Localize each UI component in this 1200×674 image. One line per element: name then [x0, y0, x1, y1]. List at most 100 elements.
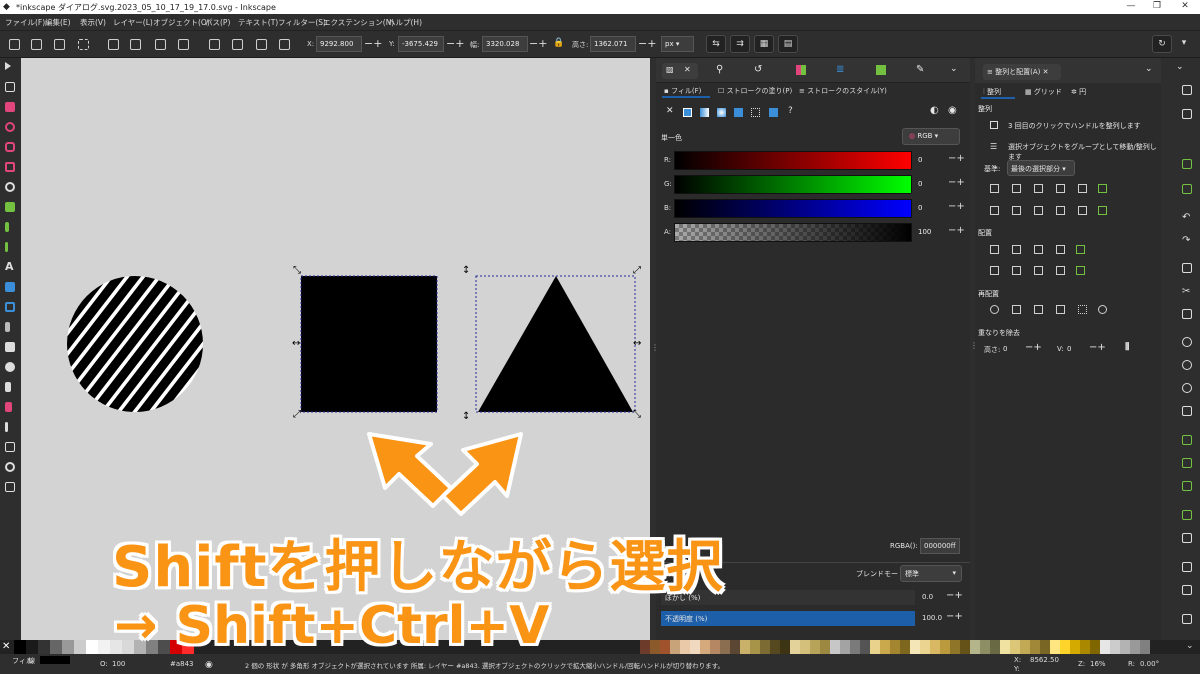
distribute-center-h-icon[interactable]	[1012, 245, 1021, 254]
palette-swatch[interactable]	[14, 640, 26, 654]
select-all-layers-icon[interactable]	[31, 39, 42, 50]
palette-swatch[interactable]	[780, 640, 790, 654]
copy-icon[interactable]	[1182, 263, 1192, 273]
zoom-width-icon[interactable]	[1182, 406, 1192, 416]
mesh-tool-icon[interactable]	[5, 302, 15, 312]
black-square[interactable]	[301, 276, 437, 412]
menu-layer[interactable]: レイヤー(L)	[113, 17, 153, 28]
a-stepper[interactable]: −+	[948, 225, 965, 236]
palette-swatch[interactable]	[850, 640, 860, 654]
palette-swatch[interactable]	[640, 640, 650, 654]
scale-handle-w[interactable]: ↔	[292, 339, 300, 349]
x-stepper[interactable]: −+	[364, 37, 382, 50]
palette-swatch[interactable]	[920, 640, 930, 654]
palette-swatch[interactable]	[910, 640, 920, 654]
menu-text[interactable]: テキスト(T)	[238, 17, 278, 28]
b-stepper[interactable]: −+	[948, 201, 965, 212]
preferences-icon[interactable]	[1182, 614, 1192, 624]
flip-horizontal-icon[interactable]	[155, 39, 166, 50]
menu-view[interactable]: 表示(V)	[80, 17, 106, 28]
green-slider[interactable]	[674, 175, 912, 194]
palette-swatch[interactable]	[730, 640, 740, 654]
scale-handle-nw[interactable]: ⤡	[293, 266, 301, 276]
pencil-tool-icon[interactable]	[5, 222, 9, 232]
relative-to-select[interactable]: 最後の選択部分 ▾	[1007, 160, 1075, 176]
linear-gradient-icon[interactable]	[700, 108, 709, 117]
lower-icon[interactable]	[256, 39, 267, 50]
zoom-value[interactable]: 16%	[1090, 660, 1106, 668]
tab-fill[interactable]: ▪ フィル(F)	[664, 86, 701, 96]
unit-select[interactable]: px ▾	[661, 36, 694, 52]
palette-swatch[interactable]	[980, 640, 990, 654]
color-mode-select[interactable]: ◍ RGB ▾	[902, 128, 960, 145]
palette-swatch[interactable]	[760, 640, 770, 654]
transform-patterns-button[interactable]: ▤	[778, 35, 798, 53]
palette-swatch[interactable]	[690, 640, 700, 654]
text-tool-icon[interactable]: A	[5, 260, 15, 273]
palette-swatch[interactable]	[1140, 640, 1150, 654]
close-tab-icon[interactable]: ✕	[684, 65, 691, 74]
blur-stepper[interactable]: −+	[946, 590, 963, 601]
g-stepper[interactable]: −+	[948, 177, 965, 188]
palette-swatch[interactable]	[860, 640, 870, 654]
swatch-icon[interactable]	[769, 108, 778, 117]
palette-swatch[interactable]	[810, 640, 820, 654]
fill-swatch[interactable]	[40, 656, 70, 664]
raise-icon[interactable]	[232, 39, 243, 50]
palette-swatch[interactable]	[740, 640, 750, 654]
find-icon[interactable]: ⚲	[716, 64, 723, 75]
opacity-slider[interactable]: 不透明度 (%)	[661, 611, 915, 626]
black-triangle[interactable]	[478, 276, 633, 412]
raise-to-top-icon[interactable]	[209, 39, 220, 50]
width-field[interactable]: 3320.028	[482, 36, 528, 52]
scale-handle-sw[interactable]: ⤢	[293, 410, 301, 420]
blur-value[interactable]: 0.0	[922, 593, 933, 601]
3d-box-tool-icon[interactable]	[5, 162, 15, 172]
menu-extensions[interactable]: エクステンション(N)	[323, 17, 394, 28]
palette-swatch[interactable]	[98, 640, 110, 654]
height-field[interactable]: 1362.071	[590, 36, 636, 52]
deselect-icon[interactable]	[78, 39, 89, 50]
fill-rule-evenodd-icon[interactable]: ◐	[930, 105, 939, 116]
eraser-tool-icon[interactable]	[5, 402, 12, 412]
calligraphy-tool-icon[interactable]	[5, 242, 8, 252]
remove-overlap-button[interactable]: ⦀	[1125, 342, 1129, 353]
palette-swatch[interactable]	[1010, 640, 1020, 654]
paste-icon[interactable]	[1182, 309, 1192, 319]
palette-swatch[interactable]	[1030, 640, 1040, 654]
exchange-clockwise-icon[interactable]	[1056, 305, 1065, 314]
zoom-tool-icon[interactable]	[5, 462, 15, 472]
ellipse-tool-icon[interactable]	[5, 122, 15, 132]
align-handles-checkbox[interactable]	[990, 121, 998, 129]
commands-menu-icon[interactable]: ⌄	[1176, 62, 1184, 72]
duplicate-icon[interactable]	[1182, 435, 1192, 445]
overlap-h-stepper[interactable]: −+	[1025, 342, 1042, 353]
align-left-edge-icon[interactable]	[990, 184, 999, 193]
scale-corners-button[interactable]: ⇉	[730, 35, 750, 53]
rgba-field[interactable]: 000000ff	[920, 538, 960, 554]
move-as-group-icon[interactable]: ☰	[990, 142, 997, 151]
palette-swatch[interactable]	[650, 640, 660, 654]
exchange-z-icon[interactable]	[1034, 305, 1043, 314]
palette-menu-icon[interactable]: ⌄	[1186, 641, 1194, 651]
randomize-positions-icon[interactable]	[1078, 305, 1087, 314]
clone-icon[interactable]	[1182, 458, 1192, 468]
overlap-v-stepper[interactable]: −+	[1089, 342, 1106, 353]
undo-icon[interactable]: ↶	[1182, 212, 1192, 223]
align-right-edge-icon[interactable]	[1078, 184, 1087, 193]
blend-mode-select[interactable]: 標準 ▾	[900, 565, 962, 582]
unset-paint-icon[interactable]: ?	[788, 106, 793, 116]
r-value[interactable]: 0	[918, 156, 922, 164]
palette-swatch[interactable]	[1060, 640, 1070, 654]
maximize-button[interactable]: ❐	[1150, 1, 1164, 11]
palette-swatch[interactable]	[840, 640, 850, 654]
palette-swatch[interactable]	[750, 640, 760, 654]
palette-swatch[interactable]	[1120, 640, 1130, 654]
x-field[interactable]: 9292.800	[316, 36, 362, 52]
palette-swatch[interactable]	[830, 640, 840, 654]
palette-swatch[interactable]	[1020, 640, 1030, 654]
scale-handle-n[interactable]: ↕	[462, 266, 470, 276]
palette-swatch[interactable]	[86, 640, 98, 654]
undo-history-icon[interactable]: ↺	[754, 64, 762, 75]
striped-circle[interactable]	[21, 238, 309, 458]
